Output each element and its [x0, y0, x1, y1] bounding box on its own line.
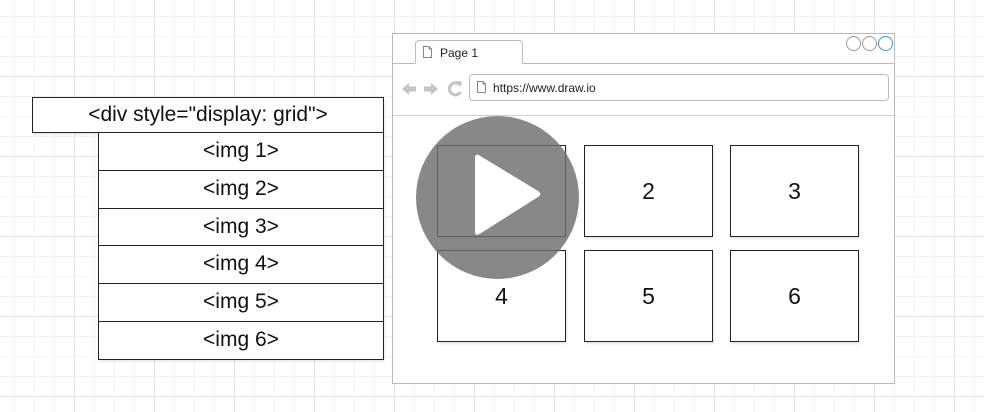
grid-children-list: <img 1> <img 2> <img 3> <img 4> <img 5> … [98, 133, 384, 360]
window-control-icon[interactable] [878, 36, 893, 51]
img-node-4: <img 4> [98, 246, 384, 285]
img-node-3: <img 3> [98, 208, 384, 247]
address-bar[interactable]: https://www.draw.io [469, 74, 889, 101]
page-icon [423, 46, 432, 58]
back-arrow-icon[interactable] [402, 83, 416, 95]
reload-icon[interactable] [447, 81, 462, 97]
navigation-icons [402, 81, 462, 97]
grid-container-node: <div style="display: grid"> [32, 97, 384, 133]
grid-cell-5: 5 [584, 250, 713, 342]
browser-tab[interactable]: Page 1 [415, 40, 523, 64]
play-icon [475, 154, 541, 235]
window-control-icon[interactable] [862, 36, 877, 51]
tab-label: Page 1 [440, 46, 479, 60]
url-text: https://www.draw.io [493, 81, 596, 95]
img-node-6: <img 6> [98, 321, 384, 360]
forward-arrow-icon[interactable] [424, 83, 438, 95]
img-node-2: <img 2> [98, 170, 384, 209]
page-icon [477, 81, 486, 93]
grid-cell-6: 6 [730, 250, 859, 342]
img-node-5: <img 5> [98, 284, 384, 322]
play-button[interactable] [416, 116, 579, 279]
window-controls [846, 36, 893, 51]
grid-cell-3: 3 [730, 145, 859, 237]
grid-cell-2: 2 [584, 145, 713, 237]
window-control-icon[interactable] [846, 36, 861, 51]
img-node-1: <img 1> [98, 133, 384, 171]
